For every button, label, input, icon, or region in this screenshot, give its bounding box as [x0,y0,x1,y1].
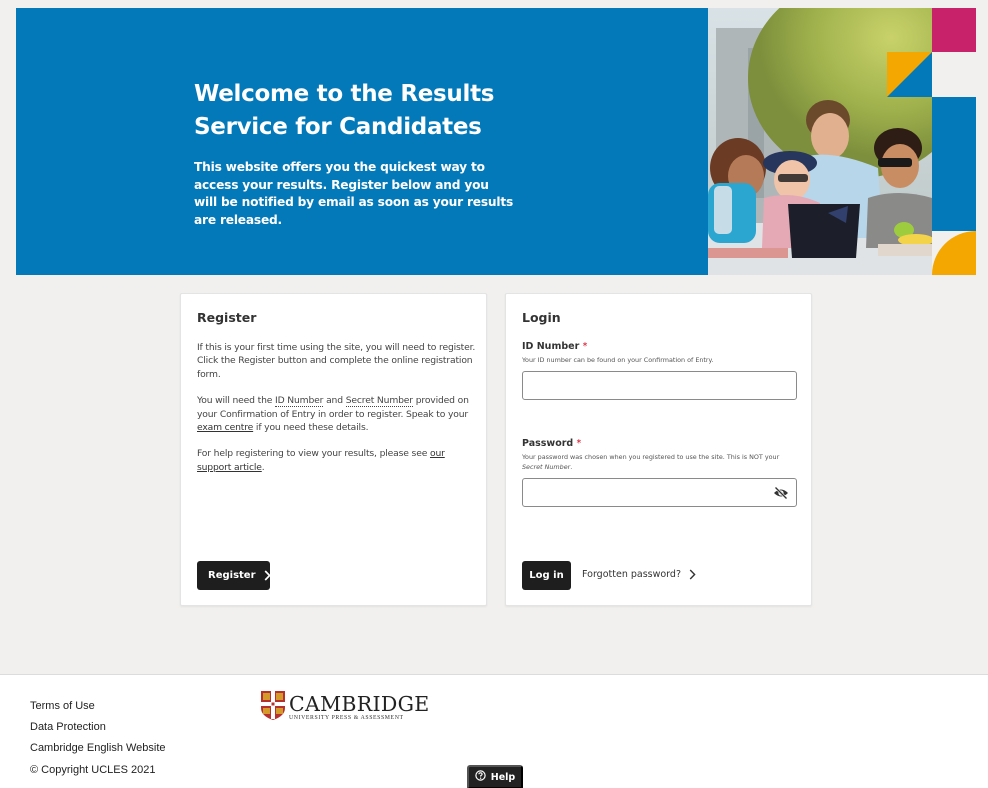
register-title: Register [197,310,257,325]
decorative-blue-block [932,97,976,231]
register-paragraph-2: You will need the ID Number and Secret N… [197,394,477,434]
id-number-term[interactable]: ID Number [275,395,323,408]
footer-links: Terms of Use Data Protection Cambridge E… [30,696,166,781]
text: Your password was chosen when you regist… [522,453,780,461]
forgotten-password-label: Forgotten password? [582,569,681,580]
required-marker: * [582,341,588,352]
login-button[interactable]: Log in [522,561,571,590]
id-number-label-text: ID Number [522,341,580,352]
register-description: If this is your first time using the sit… [197,341,477,487]
page-title-line-2: Service for Candidates [194,114,482,140]
toggle-password-visibility-eye-slash-icon[interactable] [773,486,789,500]
logo-wordmark: CAMBRIDGE [289,691,430,716]
help-button[interactable]: Help [467,765,523,788]
exam-centre-link[interactable]: exam centre [197,422,253,433]
data-protection-link[interactable]: Data Protection [30,717,166,738]
copyright-text: © Copyright UCLES 2021 [30,764,156,776]
id-number-label: ID Number * [522,341,587,352]
decorative-triangle [887,52,932,97]
help-button-label: Help [490,771,516,783]
question-circle-icon [475,770,486,784]
secret-number-term[interactable]: Secret Number [345,395,413,408]
students-photo [708,8,932,275]
text: and [323,395,346,407]
text: . [261,461,265,473]
students-photo-image [708,8,932,275]
password-field [522,478,797,507]
hero-text: Welcome to the Results Service for Candi… [194,78,514,229]
cambridge-shield-icon [261,691,285,725]
register-button[interactable]: Register [197,561,271,590]
page-title-line-1: Welcome to the Results [194,81,495,107]
decorative-quarter-circle-block [932,231,976,275]
chevron-right-icon [264,570,271,581]
decorative-yellow-quarter-circle [932,231,976,275]
decorative-white-block [932,52,976,97]
cambridge-logo[interactable]: CAMBRIDGE UNIVERSITY PRESS & ASSESSMENT [261,691,430,725]
password-label-text: Password [522,438,574,449]
register-button-label: Register [208,570,256,581]
id-number-input[interactable] [522,371,797,400]
cambridge-english-website-link[interactable]: Cambridge English Website [30,738,166,759]
login-title: Login [522,310,561,325]
id-number-hint: Your ID number can be found on your Conf… [522,356,714,364]
password-label: Password * [522,438,581,449]
text: Secret Number [522,462,571,471]
hero-banner: Welcome to the Results Service for Candi… [16,8,976,275]
text: . [570,462,573,471]
password-input[interactable] [527,479,767,505]
logo-text: CAMBRIDGE UNIVERSITY PRESS & ASSESSMENT [289,691,430,722]
register-paragraph-3: For help registering to view your result… [197,447,477,474]
page-title: Welcome to the Results Service for Candi… [194,78,514,144]
register-paragraph-1: If this is your first time using the sit… [197,342,476,380]
decorative-pink-block [932,8,976,52]
register-card: Register If this is your first time usin… [180,293,487,606]
decorative-column [932,8,976,275]
required-marker: * [576,438,582,449]
hero-subtitle: This website offers you the quickest way… [194,160,514,227]
text: For help registering to view your result… [197,448,430,460]
text: You will need the [197,395,276,407]
forgotten-password-link[interactable]: Forgotten password? [582,569,696,580]
chevron-right-icon [689,569,696,580]
login-card: Login ID Number * Your ID number can be … [505,293,812,606]
terms-of-use-link[interactable]: Terms of Use [30,696,166,717]
password-hint: Your password was chosen when you regist… [522,453,802,472]
text: if you need these details. [253,422,369,434]
footer: Terms of Use Data Protection Cambridge E… [0,674,988,788]
